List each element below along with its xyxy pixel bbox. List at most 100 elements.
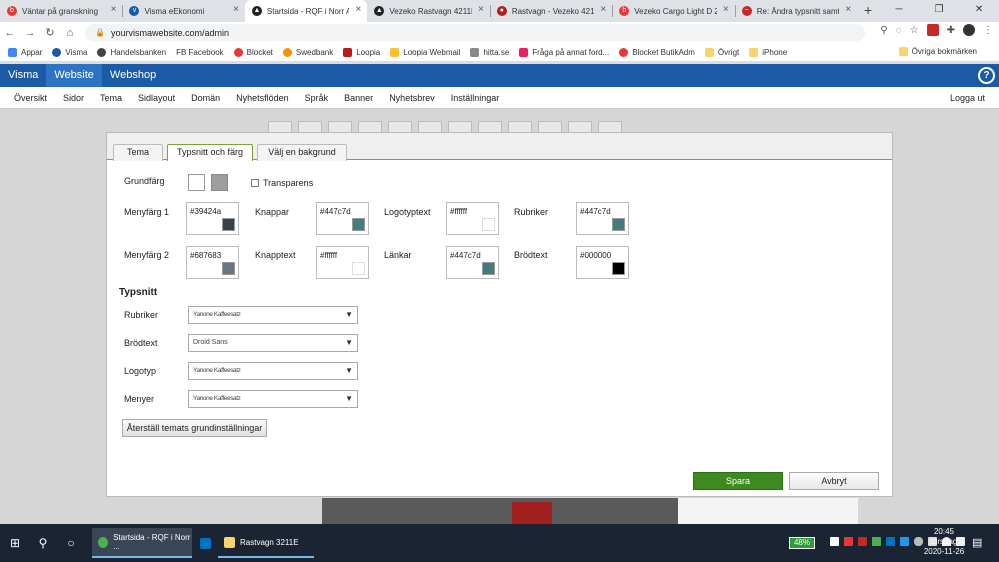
bookmark[interactable]: Loopia [343,47,380,57]
brodtext-color-label: Brödtext [514,250,548,260]
logotyptext-picker[interactable]: #ffffff [446,202,499,235]
browser-tab[interactable]: ● Rastvagn - Vezeko 4211 × [489,0,612,22]
save-button[interactable]: Spara [693,472,783,490]
bookmark-folder[interactable]: iPhone [749,47,787,57]
taskbar-app-outlook[interactable] [194,528,216,558]
reload-icon[interactable]: ↻ [40,26,60,39]
help-icon[interactable]: ? [978,67,995,84]
logotyptext-label: Logotyptext [384,207,431,217]
battery-indicator[interactable]: 48% [789,537,815,549]
bookmark[interactable]: hitta.se [470,47,509,57]
menu-icon[interactable]: ⋮ [983,25,993,36]
close-icon[interactable]: × [478,4,484,15]
tab-typsnitt-och-farg[interactable]: Typsnitt och färg [167,144,253,161]
bookmark[interactable]: Blocket ButikAdm [619,47,695,57]
close-icon[interactable]: × [233,4,239,15]
font-brodtext-select[interactable]: Droid Sans ▼ [188,334,358,352]
close-window-icon[interactable]: ✕ [959,0,999,22]
bookmark[interactable]: Blocket [233,47,273,57]
menyfarg2-picker[interactable]: #687683 [186,246,239,279]
rubriker-picker[interactable]: #447c7d [576,202,629,235]
lankar-picker[interactable]: #447c7d [446,246,499,279]
menyfarg1-picker[interactable]: #39424a [186,202,239,235]
base-color-white[interactable] [188,174,205,191]
knappar-picker[interactable]: #447c7d [316,202,369,235]
dialog-tabs: Tema Typsnitt och färg Välj en bakgrund [107,133,892,161]
bookmark[interactable]: Handelsbanken [97,47,166,57]
search-icon[interactable]: ⚲ [32,536,54,550]
back-icon[interactable]: ← [0,27,20,39]
tracking-icon[interactable]: ◌ [896,25,902,36]
browser-tab[interactable]: v Visma eEkonomi × [122,0,244,22]
transparent-checkbox[interactable] [251,179,259,187]
tray-app-icon[interactable] [858,537,867,546]
tray-app-icon[interactable] [830,537,839,546]
font-rubriker-select[interactable]: Yanone Kaffeesatz ▼ [188,306,358,324]
browser-tab-active[interactable]: ▲ Startsida - RQF i Norr AB × [244,0,368,22]
subnav-nyhetsbrev[interactable]: Nyhetsbrev [389,93,435,103]
subnav-installningar[interactable]: Inställningar [451,93,500,103]
nav-webshop[interactable]: Webshop [102,64,164,87]
subnav-sidor[interactable]: Sidor [63,93,84,103]
bookmark[interactable]: Fråga på annat ford... [519,47,609,57]
minimize-icon[interactable]: ─ [879,0,919,22]
browser-tab[interactable]: b Väntar på granskning × [0,0,122,22]
windows-start-icon[interactable]: ⊞ [4,536,26,550]
brodtext-picker[interactable]: #000000 [576,246,629,279]
tray-app-icon[interactable] [886,537,895,546]
notification-icon[interactable]: ▤ [972,536,982,549]
browser-tab[interactable]: ▲ Vezeko Rastvagn 4211E × [367,0,489,22]
extensions-icon[interactable]: ✚ [947,25,955,36]
tab-tema[interactable]: Tema [113,144,163,161]
close-icon[interactable]: × [723,4,729,15]
tab-valj-en-bakgrund[interactable]: Välj en bakgrund [257,144,347,161]
bookmark-folder[interactable]: Övrigt [704,47,739,57]
browser-tab[interactable]: b Vezeko Cargo Light D 20 × [612,0,734,22]
taskbar-app-explorer[interactable]: Rastvagn 3211E [218,528,314,558]
bookmark[interactable]: Visma [52,47,87,57]
nav-website[interactable]: Website [46,64,102,87]
star-icon[interactable]: ☆ [910,25,919,36]
background-content [678,498,858,524]
other-bookmarks[interactable]: Övriga bokmärken [898,47,977,56]
close-icon[interactable]: × [356,4,362,15]
subnav-doman[interactable]: Domän [191,93,220,103]
maximize-icon[interactable]: ❐ [919,0,959,22]
subnav-sidlayout[interactable]: Sidlayout [138,93,175,103]
bookmark[interactable]: Swedbank [282,47,333,57]
subnav-banner[interactable]: Banner [344,93,373,103]
home-icon[interactable]: ⌂ [60,27,80,39]
bookmark[interactable]: Appar [8,47,42,57]
base-color-gray[interactable] [211,174,228,191]
font-logotyp-select[interactable]: Yanone Kaffeesatz ▼ [188,362,358,380]
zoom-icon[interactable]: ⚲ [880,25,887,36]
new-tab-button[interactable]: + [857,0,879,22]
bookmark[interactable]: Loopia Webmail [390,47,460,57]
close-icon[interactable]: × [111,4,117,15]
reset-theme-button[interactable]: Återställ temats grundinställningar [122,419,267,437]
url-input[interactable]: 🔒 yourvismawebsite.com/admin [85,24,865,41]
knapptext-picker[interactable]: #ffffff [316,246,369,279]
forward-icon[interactable]: → [20,27,40,39]
subnav-nyhetsfloden[interactable]: Nyhetsflöden [236,93,289,103]
taskbar-clock[interactable]: 20:45 torsdag 2020-11-26 [922,527,966,557]
outlook-icon [200,537,211,549]
cortana-icon[interactable]: ○ [60,536,82,550]
subnav-tema[interactable]: Tema [100,93,122,103]
bookmark[interactable]: FB Facebook [176,48,224,57]
tray-app-icon[interactable] [900,537,909,546]
taskbar-app-chrome[interactable]: Startsida - RQF i Norr ... [92,528,192,558]
lastpass-icon[interactable] [926,24,939,36]
profile-icon[interactable] [963,24,975,36]
font-menyer-select[interactable]: Yanone Kaffeesatz ▼ [188,390,358,408]
subnav-oversikt[interactable]: Översikt [14,93,47,103]
logout-link[interactable]: Logga ut [950,93,985,103]
cancel-button[interactable]: Avbryt [789,472,879,490]
browser-tab[interactable]: ~ Re: Ändra typsnitt samt × [734,0,857,22]
tray-app-icon[interactable] [872,537,881,546]
nav-visma[interactable]: Visma [0,64,46,87]
close-icon[interactable]: × [600,4,606,15]
tray-app-icon[interactable] [844,537,853,546]
subnav-sprak[interactable]: Språk [305,93,329,103]
close-icon[interactable]: × [845,4,851,15]
